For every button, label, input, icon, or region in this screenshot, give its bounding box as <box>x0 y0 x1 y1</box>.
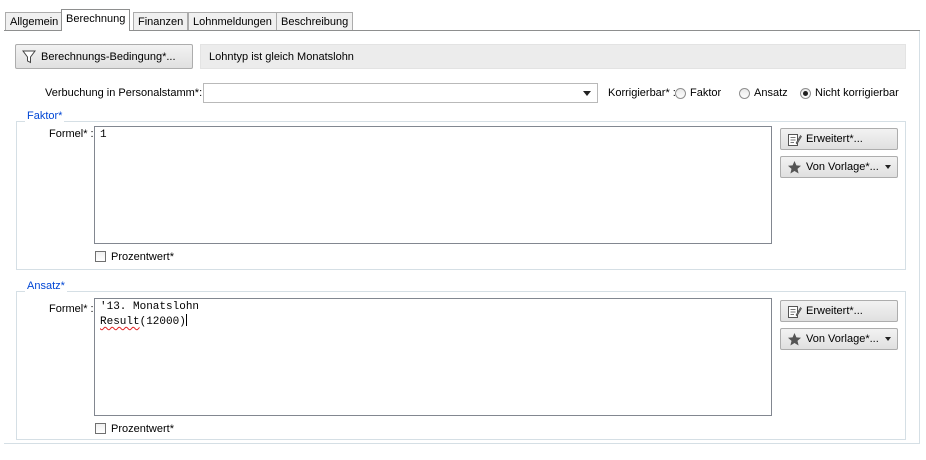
panel-border-bottom <box>4 443 920 444</box>
chevron-down-icon <box>583 91 591 96</box>
radio-faktor-label[interactable]: Faktor <box>690 87 721 99</box>
pencil-document-icon <box>786 131 802 147</box>
calculation-condition-button[interactable]: Berechnungs-Bedingung*... <box>15 44 193 69</box>
rate-formula-input[interactable]: '13. Monatslohn Result(12000) <box>94 298 772 416</box>
tab-lohnmeldungen[interactable]: Lohnmeldungen <box>188 12 277 30</box>
radio-not-correctable-label[interactable]: Nicht korrigierbar <box>815 87 899 99</box>
factor-formula-label: Formel* : <box>49 128 94 140</box>
spellcheck-word: Result <box>100 316 140 328</box>
factor-advanced-button[interactable]: Erweitert*... <box>780 128 898 150</box>
chevron-down-icon <box>885 165 891 169</box>
factor-formula-input[interactable]: 1 <box>94 126 772 244</box>
rate-group-title: Ansatz* <box>25 280 67 292</box>
formula-line: '13. Monatslohn <box>100 301 200 313</box>
text-caret <box>185 314 187 326</box>
tab-berechnung[interactable]: Berechnung <box>61 9 131 31</box>
tab-finanzen[interactable]: Finanzen <box>133 12 189 30</box>
radio-faktor[interactable] <box>675 88 686 99</box>
pencil-document-icon <box>786 303 802 319</box>
rate-percent-checkbox[interactable] <box>95 423 106 434</box>
star-icon <box>786 159 802 175</box>
factor-percent-label[interactable]: Prozentwert* <box>111 251 174 263</box>
factor-group-title: Faktor* <box>25 110 65 122</box>
factor-template-button[interactable]: Von Vorlage*... <box>780 156 898 178</box>
rate-template-button[interactable]: Von Vorlage*... <box>780 328 898 350</box>
factor-percent-checkbox[interactable] <box>95 251 106 262</box>
formula-line: Result(12000) <box>100 314 187 328</box>
star-icon <box>786 331 802 347</box>
condition-text: Lohntyp ist gleich Monatslohn <box>200 44 906 69</box>
rate-formula-label: Formel* : <box>49 303 94 315</box>
rate-percent-label[interactable]: Prozentwert* <box>111 423 174 435</box>
panel-border <box>919 31 920 443</box>
posting-select[interactable] <box>203 83 598 103</box>
radio-ansatz[interactable] <box>739 88 750 99</box>
correctable-label: Korrigierbar* : <box>608 87 676 99</box>
chevron-down-icon <box>885 337 891 341</box>
radio-not-correctable[interactable] <box>800 88 811 99</box>
tab-beschreibung[interactable]: Beschreibung <box>276 12 354 30</box>
posting-label: Verbuchung in Personalstamm*: <box>45 87 203 99</box>
radio-ansatz-label[interactable]: Ansatz <box>754 87 788 99</box>
filter-icon <box>21 49 37 65</box>
rate-advanced-button[interactable]: Erweitert*... <box>780 300 898 322</box>
tab-allgemein[interactable]: Allgemein <box>5 12 64 30</box>
